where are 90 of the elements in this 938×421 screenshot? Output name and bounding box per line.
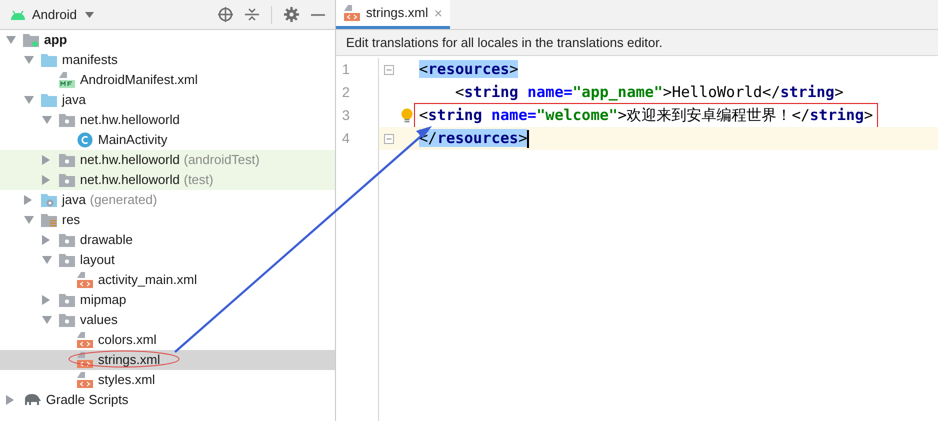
item-label: app [44, 32, 68, 48]
line-number: 4 [342, 129, 350, 148]
item-label: MainActivity [98, 132, 168, 148]
xml-file-icon [77, 332, 93, 348]
tree-item[interactable]: drawable [0, 230, 335, 250]
elephant-icon [23, 393, 41, 407]
tree-item[interactable]: manifests [0, 50, 335, 70]
tree-item[interactable]: net.hw.helloworld (androidTest) [0, 150, 335, 170]
item-label: net.hw.helloworld [80, 112, 180, 128]
package-folder-icon [59, 313, 75, 327]
item-label: java [62, 192, 86, 208]
crosshair-icon[interactable] [218, 7, 233, 22]
tree-item[interactable]: java [0, 90, 335, 110]
tree-item[interactable]: values [0, 310, 335, 330]
collapse-arrow-icon[interactable] [24, 96, 34, 104]
collapse-arrow-icon[interactable] [24, 216, 34, 224]
item-suffix: (generated) [90, 192, 158, 208]
item-label: Gradle Scripts [46, 392, 128, 408]
collapse-arrow-icon[interactable] [6, 36, 16, 44]
package-folder-icon [59, 293, 75, 307]
item-label: manifests [62, 52, 118, 68]
tree-item[interactable]: res [0, 210, 335, 230]
folder-gear-icon [41, 193, 57, 207]
item-label: net.hw.helloworld [80, 172, 180, 188]
tree-item[interactable]: MainActivity [0, 130, 335, 150]
code-line: <resources> [418, 59, 518, 80]
class-file-icon [77, 132, 93, 148]
item-label: values [80, 312, 118, 328]
tree-item[interactable]: strings.xml [0, 350, 335, 370]
dropdown-caret-icon[interactable] [84, 12, 94, 18]
tab-label: strings.xml [366, 4, 428, 22]
package-folder-icon [59, 173, 75, 187]
xml-file-icon [77, 352, 93, 368]
xml-file-icon [77, 272, 93, 288]
tree-item[interactable]: Gradle Scripts [0, 390, 335, 410]
item-label: java [62, 92, 86, 108]
tree-item[interactable]: net.hw.helloworld (test) [0, 170, 335, 190]
tree-item[interactable]: app [0, 30, 335, 50]
tree-item[interactable]: styles.xml [0, 370, 335, 390]
tree-item[interactable]: java (generated) [0, 190, 335, 210]
item-label: activity_main.xml [98, 272, 197, 288]
package-folder-icon [59, 253, 75, 267]
item-label: mipmap [80, 292, 126, 308]
folder-icon [41, 53, 57, 67]
package-folder-icon [59, 113, 75, 127]
collapse-arrow-icon[interactable] [42, 316, 52, 324]
item-label: drawable [80, 232, 133, 248]
code-line: </resources> [418, 128, 530, 150]
item-label: res [62, 212, 80, 228]
line-number: 3 [342, 106, 350, 125]
expand-arrow-icon[interactable] [42, 235, 50, 245]
item-label: layout [80, 252, 115, 268]
expand-arrow-icon[interactable] [6, 395, 14, 405]
folder-icon [41, 93, 57, 107]
item-label: colors.xml [98, 332, 157, 348]
package-folder-icon [59, 233, 75, 247]
code-line: <string name="app_name">HelloWorld</string> [454, 82, 844, 104]
tree-item[interactable]: mipmap [0, 290, 335, 310]
collapse-arrow-icon[interactable] [42, 256, 52, 264]
module-folder-icon [23, 33, 39, 47]
collapse-all-icon[interactable] [245, 7, 259, 22]
tree-item[interactable]: colors.xml [0, 330, 335, 350]
tree-item[interactable]: AndroidManifest.xml [0, 70, 335, 90]
line-number: 1 [342, 60, 350, 79]
android-icon [10, 8, 26, 20]
view-selector[interactable]: Android [32, 4, 77, 24]
item-suffix: (androidTest) [184, 152, 260, 168]
package-folder-icon [59, 153, 75, 167]
fold-marker-icon[interactable] [384, 134, 394, 144]
tree-item[interactable]: net.hw.helloworld [0, 110, 335, 130]
manifest-file-icon [59, 72, 75, 88]
xml-file-icon [344, 5, 360, 21]
settings-icon[interactable] [284, 7, 299, 22]
expand-arrow-icon[interactable] [42, 295, 50, 305]
banner-text: Edit translations for all locales in the translations editor. [346, 34, 663, 52]
tree-item[interactable]: layout [0, 250, 335, 270]
collapse-arrow-icon[interactable] [24, 56, 34, 64]
fold-marker-icon[interactable] [384, 64, 394, 74]
resource-folder-icon [41, 213, 57, 227]
collapse-arrow-icon[interactable] [42, 116, 52, 124]
item-label: AndroidManifest.xml [80, 72, 198, 88]
item-suffix: (test) [184, 172, 214, 188]
item-label: net.hw.helloworld [80, 152, 180, 168]
lightbulb-icon[interactable] [401, 108, 413, 124]
xml-file-icon [77, 372, 93, 388]
tree-item[interactable]: activity_main.xml [0, 270, 335, 290]
item-label: strings.xml [98, 352, 160, 368]
item-label: styles.xml [98, 372, 156, 388]
line-number: 2 [342, 83, 350, 102]
editor-tab[interactable]: strings.xml × [336, 0, 450, 29]
